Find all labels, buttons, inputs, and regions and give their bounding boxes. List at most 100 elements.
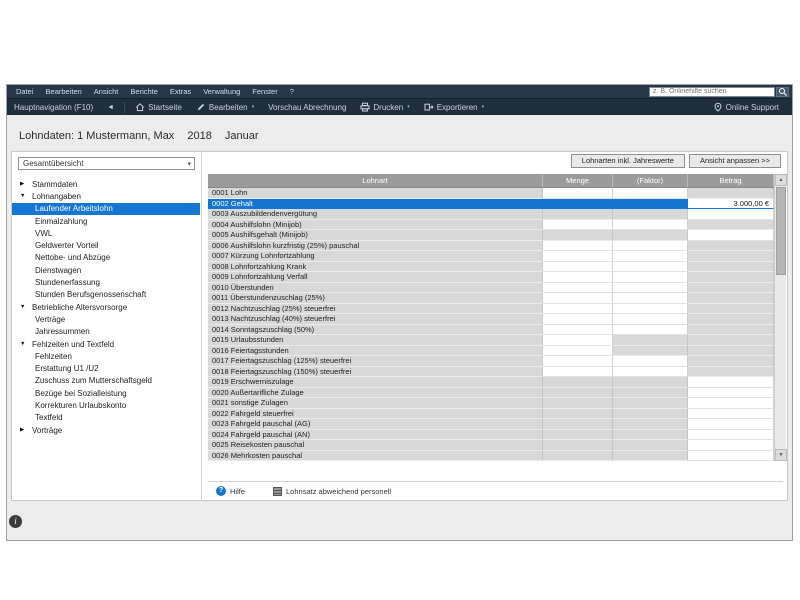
expander-icon[interactable]: ▶ (20, 178, 24, 190)
table-row[interactable]: 0019 Erschwerniszulage (208, 377, 774, 388)
cell-menge[interactable] (543, 367, 613, 378)
menu-ansicht[interactable]: Ansicht (88, 85, 125, 98)
table-row[interactable]: 0004 Aushilfslohn (Minijob) (208, 220, 774, 231)
cell-betrag[interactable] (688, 398, 774, 409)
table-row[interactable]: 0021 sonstige Zulagen (208, 398, 774, 409)
ansicht-anpassen-button[interactable]: Ansicht anpassen >> (689, 154, 781, 168)
cell-menge[interactable] (543, 314, 613, 325)
scroll-up-button[interactable]: ▲ (775, 174, 787, 186)
cell-faktor[interactable] (613, 220, 688, 231)
online-support-button[interactable]: Online Support (706, 99, 786, 115)
cell-betrag[interactable] (688, 440, 774, 451)
sidebar-item-dienstwagen[interactable]: Dienstwagen (12, 264, 200, 276)
sidebar-item-textfeld[interactable]: Textfeld (12, 412, 200, 424)
cell-betrag[interactable] (688, 209, 774, 220)
toolbar-drucken-button[interactable]: Drucken▾ (353, 99, 416, 115)
cell-menge[interactable] (543, 346, 613, 357)
table-row[interactable]: 0017 Feiertagszuschlag (125%) steuerfrei (208, 356, 774, 367)
cell-faktor[interactable] (613, 251, 688, 262)
menu-berichte[interactable]: Berichte (124, 85, 164, 98)
cell-menge[interactable] (543, 262, 613, 273)
cell-betrag[interactable] (688, 430, 774, 441)
sidebar-item-fehlzeiten[interactable]: Fehlzeiten (12, 350, 200, 362)
lohnarten-jahreswerte-button[interactable]: Lohnarten inkl. Jahreswerte (571, 154, 685, 168)
cell-menge[interactable] (543, 220, 613, 231)
hauptnavigation-button[interactable]: Hauptnavigation (F10) (7, 99, 100, 115)
expander-icon[interactable]: ▶ (20, 424, 24, 436)
menu-verwaltung[interactable]: Verwaltung (197, 85, 246, 98)
help-icon[interactable]: ? (216, 486, 226, 496)
cell-menge[interactable] (543, 325, 613, 336)
table-row[interactable]: 0002 Gehalt3.000,00 € (208, 199, 774, 210)
table-row[interactable]: 0015 Urlaubsstunden (208, 335, 774, 346)
menu-datei[interactable]: Datei (10, 85, 40, 98)
toolbar-startseite-button[interactable]: Startseite (128, 99, 189, 115)
cell-faktor[interactable] (613, 188, 688, 199)
cell-faktor[interactable] (613, 283, 688, 294)
table-row[interactable]: 0012 Nachtzuschlag (25%) steuerfrei (208, 304, 774, 315)
cell-menge[interactable] (543, 293, 613, 304)
table-row[interactable]: 0025 Reisekosten pauschal (208, 440, 774, 451)
table-row[interactable]: 0007 Kürzung Lohnfortzahlung (208, 251, 774, 262)
table-row[interactable]: 0006 Aushilfslohn kurzfristig (25%) paus… (208, 241, 774, 252)
cell-betrag[interactable] (688, 377, 774, 388)
cell-faktor[interactable] (613, 304, 688, 315)
sidebar-item-fehlzeiten-und-textfeld[interactable]: ▼Fehlzeiten und Textfeld (12, 338, 200, 350)
table-row[interactable]: 0020 Außertarifliche Zulage (208, 388, 774, 399)
menu-bearbeiten[interactable]: Bearbeiten (40, 85, 88, 98)
table-row[interactable]: 0022 Fahrgeld steuerfrei (208, 409, 774, 420)
scroll-down-button[interactable]: ▼ (775, 449, 787, 461)
search-input[interactable] (649, 87, 775, 97)
sidebar-item-bez-ge-bei-sozialleistung[interactable]: Bezüge bei Sozialleistung (12, 387, 200, 399)
cell-betrag[interactable]: 3.000,00 € (688, 199, 774, 210)
menu-fenster[interactable]: Fenster (246, 85, 283, 98)
cell-faktor[interactable] (613, 272, 688, 283)
table-row[interactable]: 0003 Auszubildendenvergütung (208, 209, 774, 220)
table-row[interactable]: 0008 Lohnfortzahlung Krank (208, 262, 774, 273)
expander-icon[interactable]: ▼ (20, 338, 25, 350)
expander-icon[interactable]: ▼ (20, 301, 25, 313)
cell-menge[interactable] (543, 241, 613, 252)
cell-menge[interactable] (543, 188, 613, 199)
table-row[interactable]: 0014 Sonntagszuschlag (50%) (208, 325, 774, 336)
info-icon[interactable]: i (9, 515, 22, 528)
cell-betrag[interactable] (688, 388, 774, 399)
cell-menge[interactable] (543, 251, 613, 262)
sidebar-item-geldwerter-vorteil[interactable]: Geldwerter Vorteil (12, 239, 200, 251)
cell-betrag[interactable] (688, 419, 774, 430)
sidebar-item-stunden-berufsgenossenschaft[interactable]: Stunden Berufsgenossenschaft (12, 289, 200, 301)
sidebar-item-nettobe-und-abz-ge[interactable]: Nettobe- und Abzüge (12, 252, 200, 264)
table-row[interactable]: 0009 Lohnfortzahlung Verfall (208, 272, 774, 283)
toolbar-vorschau-abrechnung-button[interactable]: Vorschau Abrechnung (261, 99, 353, 115)
table-row[interactable]: 0013 Nachtzuschlag (40%) steuerfrei (208, 314, 774, 325)
cell-faktor[interactable] (613, 356, 688, 367)
sidebar-item-jahressummen[interactable]: Jahressummen (12, 326, 200, 338)
sidebar-item-betriebliche-altersvorsorge[interactable]: ▼Betriebliche Altersvorsorge (12, 301, 200, 313)
sidebar-item-einmalzahlung[interactable]: Einmalzahlung (12, 215, 200, 227)
cell-faktor[interactable] (613, 325, 688, 336)
cell-betrag[interactable] (688, 230, 774, 241)
cell-menge[interactable] (543, 335, 613, 346)
table-row[interactable]: 0011 Überstundenzuschlag (25%) (208, 293, 774, 304)
cell-faktor[interactable] (613, 262, 688, 273)
sidebar-item-lohnangaben[interactable]: ▼Lohnangaben (12, 190, 200, 202)
sidebar-item-vertr-ge[interactable]: Verträge (12, 313, 200, 325)
sidebar-item-laufender-arbeitslohn[interactable]: Laufender Arbeitslohn (12, 203, 200, 215)
cell-menge[interactable] (543, 283, 613, 294)
cell-faktor[interactable] (613, 367, 688, 378)
cell-betrag[interactable] (688, 451, 774, 462)
cell-faktor[interactable] (613, 314, 688, 325)
sidebar-item-vortr-ge[interactable]: ▶Vorträge (12, 424, 200, 436)
table-row[interactable]: 0016 Feiertagsstunden (208, 346, 774, 357)
table-row[interactable]: 0010 Überstunden (208, 283, 774, 294)
cell-menge[interactable] (543, 304, 613, 315)
view-select-dropdown[interactable]: Gesamtübersicht ▾ (18, 157, 195, 170)
sidebar-item-stundenerfassung[interactable]: Stundenerfassung (12, 276, 200, 288)
table-scrollbar[interactable]: ▲ ▼ (774, 174, 786, 461)
cell-betrag[interactable] (688, 409, 774, 420)
help-label[interactable]: Hilfe (230, 487, 245, 496)
sidebar-item-korrekturen-urlaubskonto[interactable]: Korrekturen Urlaubskonto (12, 399, 200, 411)
table-row[interactable]: 0024 Fahrgeld pauschal (AN) (208, 430, 774, 441)
menu-item[interactable]: ? (284, 85, 300, 98)
sidebar-item-stammdaten[interactable]: ▶Stammdaten (12, 178, 200, 190)
